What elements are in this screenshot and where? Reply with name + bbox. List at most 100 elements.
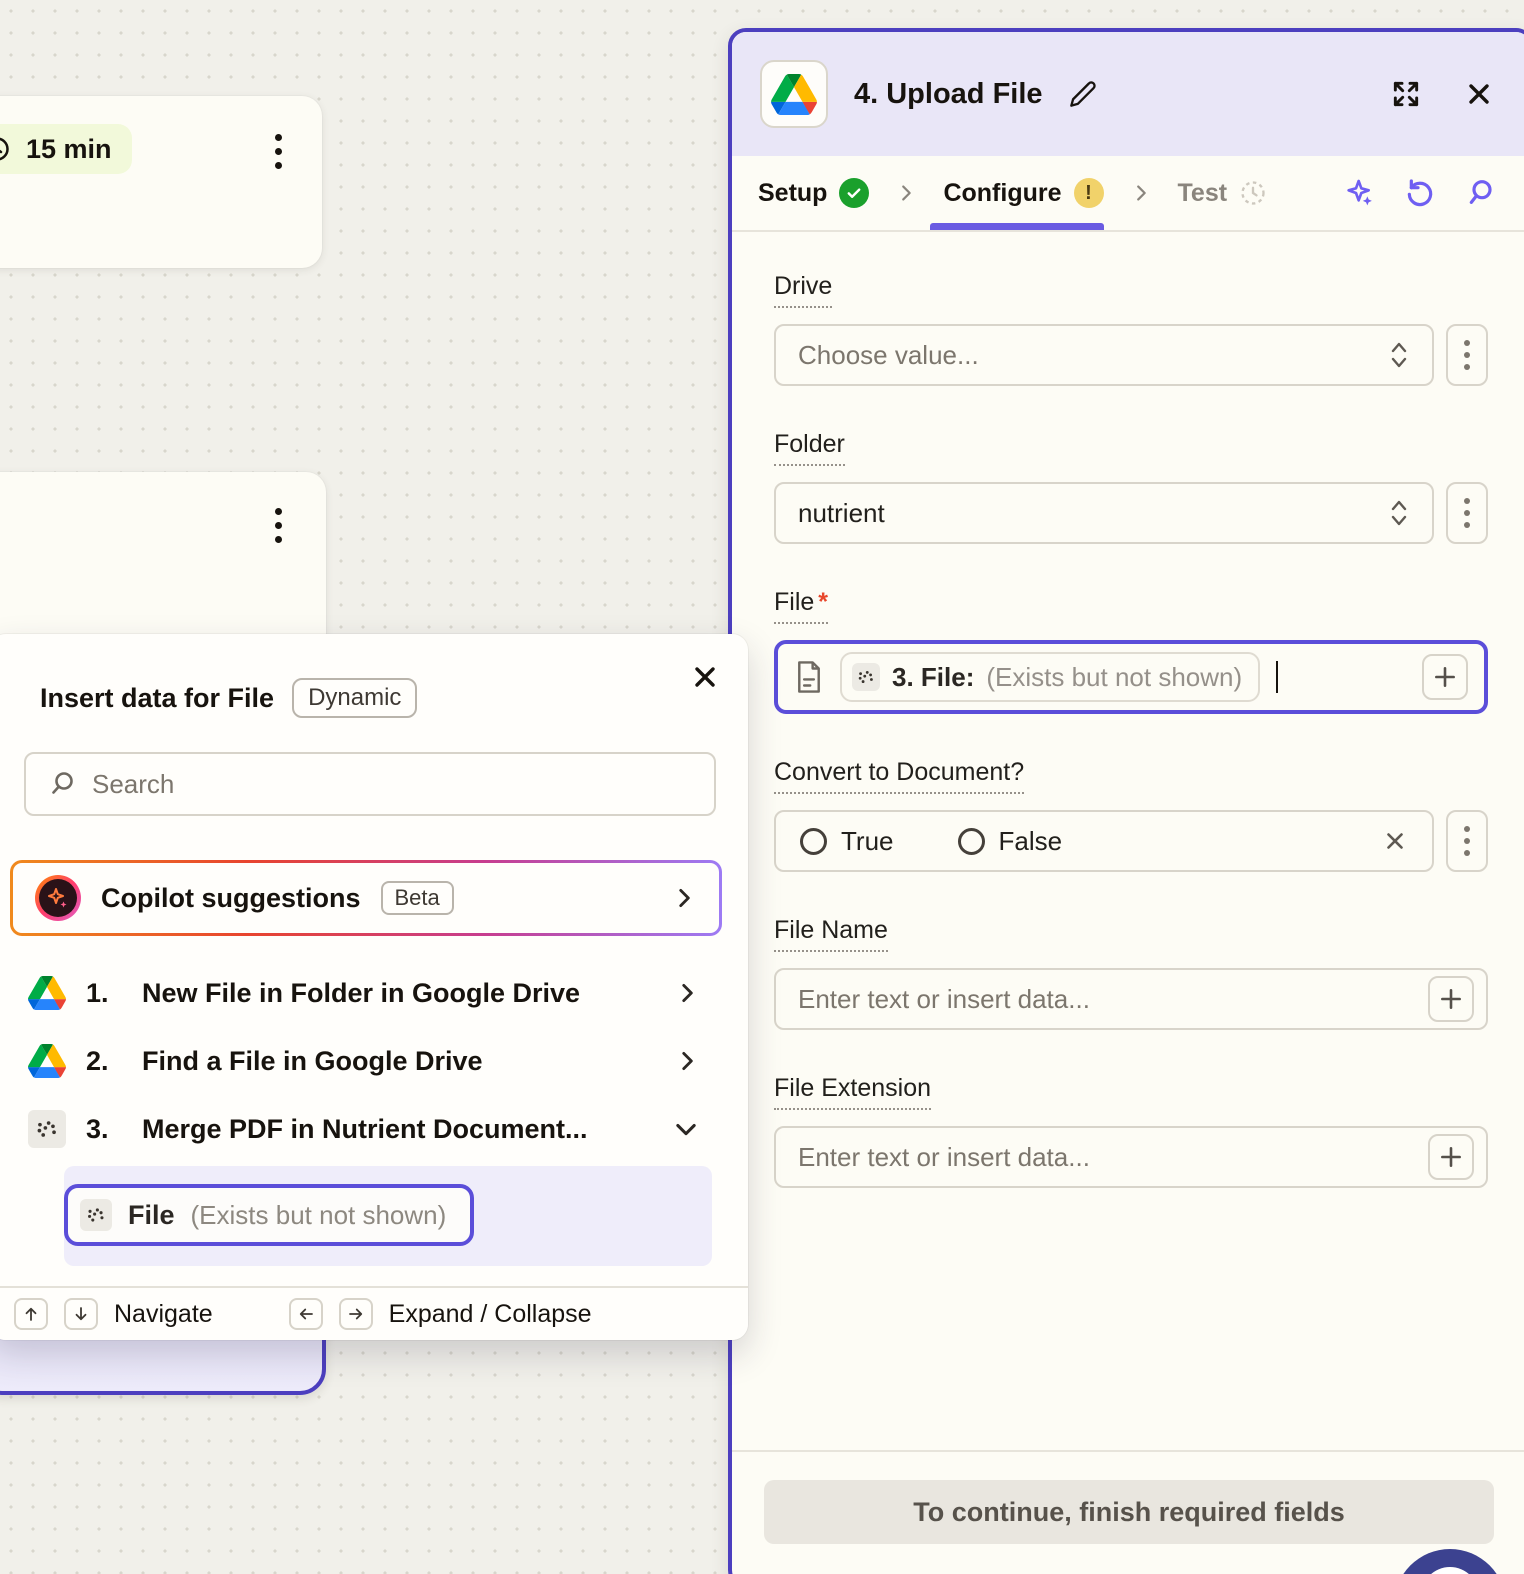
document-icon — [794, 660, 824, 694]
insert-data-button[interactable] — [1428, 976, 1474, 1022]
radio-false[interactable]: False — [957, 826, 1062, 857]
arrow-left-button[interactable] — [288, 1298, 323, 1330]
nutrient-icon — [28, 1110, 66, 1148]
file-extension-label: File Extension — [774, 1074, 932, 1110]
drive-field-group: Drive Choose value... — [774, 272, 1488, 386]
tab-configure[interactable]: Configure ! — [943, 178, 1104, 208]
select-chevrons-icon — [1388, 338, 1410, 372]
node-menu-button[interactable] — [275, 508, 282, 543]
active-tab-underline — [930, 223, 1104, 230]
tab-setup[interactable]: Setup — [758, 178, 870, 208]
search-input-container[interactable] — [24, 752, 716, 816]
copilot-label: Copilot suggestions — [101, 882, 361, 913]
file-field-group: File * 3. File: (Exists but not shown) — [774, 588, 1488, 714]
arrow-up-button[interactable] — [14, 1298, 48, 1330]
token-prefix: 3. File: — [892, 661, 975, 692]
expand-collapse-label: Expand / Collapse — [388, 1299, 592, 1328]
file-name-label: File Name — [774, 916, 888, 952]
step-tabs: Setup Configure ! Test — [732, 156, 1524, 232]
continue-button-disabled[interactable]: To continue, finish required fields — [764, 1480, 1494, 1544]
ai-sparkle-icon[interactable] — [1344, 177, 1376, 209]
radio-circle-icon[interactable] — [957, 827, 985, 855]
clock-icon — [0, 136, 10, 162]
file-name-input[interactable]: Enter text or insert data... — [774, 968, 1488, 1030]
token-name: File — [128, 1199, 175, 1230]
step-item-nutrient[interactable]: 3. Merge PDF in Nutrient Document... — [10, 1098, 722, 1160]
copilot-suggestions-row[interactable]: Copilot suggestions Beta — [10, 860, 722, 936]
folder-label: Folder — [774, 430, 845, 466]
radio-true[interactable]: True — [800, 826, 894, 857]
tab-test[interactable]: Test — [1178, 179, 1268, 208]
convert-field-menu-button[interactable] — [1446, 810, 1488, 872]
arrow-down-button[interactable] — [64, 1298, 98, 1330]
configure-form: Drive Choose value... Folder nutrient Fi… — [732, 232, 1524, 1188]
clear-selection-icon[interactable] — [1382, 828, 1408, 854]
search-icon[interactable] — [1464, 177, 1496, 209]
beta-badge: Beta — [380, 881, 454, 915]
step-label: Find a File in Google Drive — [142, 1045, 483, 1076]
file-label: File * — [774, 588, 829, 624]
insert-data-button[interactable] — [1422, 654, 1468, 700]
step-label: Merge PDF in Nutrient Document... — [142, 1113, 588, 1144]
step-number: 1. — [86, 977, 109, 1008]
folder-field-menu-button[interactable] — [1446, 482, 1488, 544]
chevron-right-icon — [674, 980, 700, 1006]
step-item-google-drive-1[interactable]: 1. New File in Folder in Google Drive — [10, 962, 722, 1024]
copilot-fab-button[interactable] — [1394, 1549, 1506, 1574]
duration-badge: 15 min — [0, 124, 132, 174]
convert-radio-field: True False — [774, 810, 1434, 872]
undo-refresh-icon[interactable] — [1404, 177, 1436, 209]
radio-circle-icon[interactable] — [800, 827, 827, 855]
configure-warning-icon: ! — [1073, 178, 1104, 208]
close-icon[interactable] — [690, 662, 720, 692]
step-number: 3. — [86, 1113, 109, 1144]
required-asterisk: * — [818, 588, 829, 616]
dialog-footer: Navigate Expand / Collapse — [0, 1286, 748, 1340]
chevron-right-icon — [1130, 182, 1152, 204]
arrow-right-button[interactable] — [338, 1298, 373, 1330]
convert-label: Convert to Document? — [774, 758, 1025, 794]
drive-field-menu-button[interactable] — [1446, 324, 1488, 386]
file-data-token[interactable]: File (Exists but not shown) — [64, 1184, 475, 1246]
drive-select[interactable]: Choose value... — [774, 324, 1434, 386]
step-label: New File in Folder in Google Drive — [142, 977, 581, 1008]
drive-label: Drive — [774, 272, 833, 308]
insert-data-dialog: Insert data for File Dynamic Copilot sug… — [0, 634, 748, 1340]
navigate-label: Navigate — [114, 1299, 213, 1328]
step-item-google-drive-2[interactable]: 2. Find a File in Google Drive — [10, 1030, 722, 1092]
token-hint: (Exists but not shown) — [986, 661, 1243, 692]
file-name-field-group: File Name Enter text or insert data... — [774, 916, 1488, 1030]
fab-logo — [1421, 1567, 1479, 1574]
nutrient-icon — [852, 663, 880, 691]
workflow-node-card[interactable]: 15 min — [0, 96, 322, 268]
file-extension-input[interactable]: Enter text or insert data... — [774, 1126, 1488, 1188]
google-drive-icon — [28, 1044, 66, 1078]
edit-pencil-icon[interactable] — [1069, 80, 1097, 108]
chevron-right-icon — [674, 1048, 700, 1074]
search-input[interactable] — [92, 768, 692, 800]
expanded-field-area: File (Exists but not shown) — [64, 1166, 712, 1266]
dynamic-badge: Dynamic — [292, 678, 418, 718]
test-pending-timer-icon — [1239, 179, 1267, 207]
convert-field-group: Convert to Document? True False — [774, 758, 1488, 872]
folder-select[interactable]: nutrient — [774, 482, 1434, 544]
mapped-file-token[interactable]: 3. File: (Exists but not shown) — [840, 652, 1261, 702]
duration-label: 15 min — [26, 133, 112, 164]
nutrient-icon — [80, 1199, 112, 1231]
node-menu-button[interactable] — [275, 134, 282, 169]
text-cursor — [1276, 661, 1279, 693]
folder-field-group: Folder nutrient — [774, 430, 1488, 544]
google-drive-icon — [28, 976, 66, 1010]
file-input[interactable]: 3. File: (Exists but not shown) — [774, 640, 1488, 714]
insert-data-button[interactable] — [1428, 1134, 1474, 1180]
dialog-title: Insert data for File — [40, 682, 275, 713]
panel-footer: To continue, finish required fields — [732, 1450, 1524, 1544]
google-drive-app-icon — [760, 60, 828, 128]
close-icon[interactable] — [1464, 79, 1494, 109]
chevron-down-icon — [672, 1115, 700, 1143]
expand-icon[interactable] — [1390, 78, 1422, 110]
chevron-right-icon — [895, 182, 917, 204]
copilot-icon — [35, 875, 81, 921]
chevron-right-icon — [671, 885, 697, 911]
select-chevrons-icon — [1388, 496, 1410, 530]
